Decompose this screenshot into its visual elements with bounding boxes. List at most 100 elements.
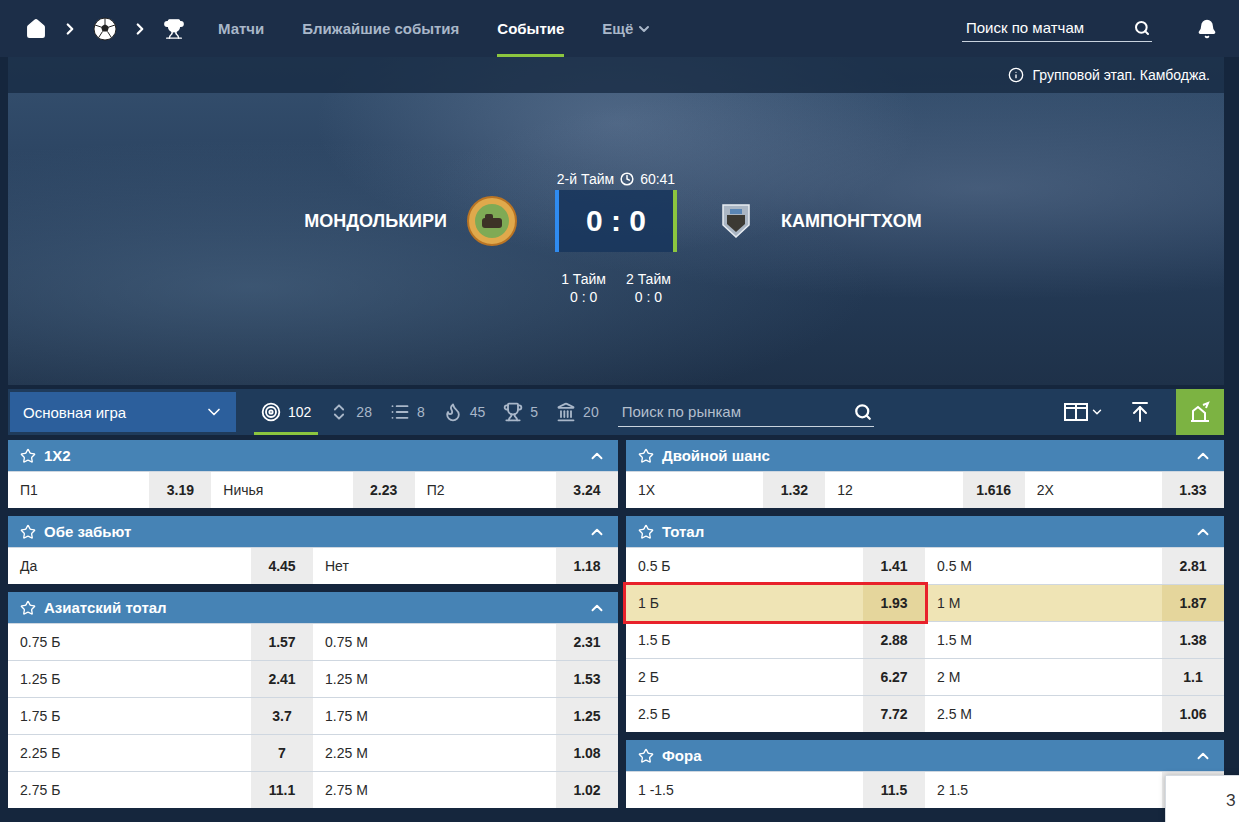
- odd[interactable]: 1.18: [556, 548, 618, 584]
- odd[interactable]: 1.93: [863, 585, 925, 621]
- specials-icon[interactable]: [503, 402, 523, 422]
- market-tab[interactable]: 5: [496, 389, 545, 435]
- chevron-icon[interactable]: [588, 447, 606, 465]
- odd[interactable]: 2.81: [1162, 548, 1224, 584]
- odd[interactable]: 6.27: [863, 659, 925, 695]
- statistics-icon[interactable]: [1189, 401, 1211, 423]
- layout-button[interactable]: [1064, 403, 1104, 421]
- outcome[interactable]: 2.75 Б11.1: [8, 772, 313, 808]
- odd[interactable]: 7.72: [863, 696, 925, 732]
- star-icon[interactable]: [20, 448, 36, 464]
- odd[interactable]: 4.45: [251, 548, 313, 584]
- chevron-down-icon[interactable]: [204, 402, 224, 422]
- outcome[interactable]: П23.24: [415, 472, 618, 508]
- outcome[interactable]: Ничья2.23: [211, 472, 414, 508]
- odd[interactable]: 7: [251, 735, 313, 771]
- odd[interactable]: 11.1: [251, 772, 313, 808]
- chevron-down-icon[interactable]: [636, 21, 652, 37]
- nav-link[interactable]: Ближайшие события: [302, 0, 459, 57]
- odd[interactable]: 1.08: [556, 735, 618, 771]
- chevron-down-icon[interactable]: [1090, 405, 1104, 419]
- outcome[interactable]: 1.5 Б2.88: [626, 622, 925, 658]
- market-tab[interactable]: 102: [254, 389, 318, 435]
- odd[interactable]: 3.24: [556, 472, 618, 508]
- chevron-icon[interactable]: [1194, 523, 1212, 541]
- game-dropdown[interactable]: Основная игра: [10, 392, 236, 432]
- notifications[interactable]: [1197, 19, 1217, 39]
- outcome[interactable]: 1.75 Б3.7: [8, 698, 313, 734]
- search-icon[interactable]: [854, 403, 872, 421]
- outcome[interactable]: 1 -1.511.5: [626, 772, 925, 808]
- outcome[interactable]: 1X1.32: [626, 472, 825, 508]
- odd[interactable]: 2.88: [863, 622, 925, 658]
- odd[interactable]: 1.1: [1162, 659, 1224, 695]
- odd[interactable]: 1.02: [556, 772, 618, 808]
- stats-icon[interactable]: [390, 402, 410, 422]
- outcome[interactable]: 1.5 М1.38: [925, 622, 1224, 658]
- outcome[interactable]: 2.25 Б7: [8, 735, 313, 771]
- outcome[interactable]: Да4.45: [8, 548, 313, 584]
- home-icon[interactable]: [25, 18, 47, 40]
- outcome[interactable]: 1 М1.87: [925, 585, 1224, 621]
- all-icon[interactable]: [261, 402, 281, 422]
- odd[interactable]: 1.32: [763, 472, 825, 508]
- outcome[interactable]: 0.5 М2.81: [925, 548, 1224, 584]
- market-header[interactable]: Тотал: [626, 516, 1224, 547]
- outcome[interactable]: 121.616: [825, 472, 1024, 508]
- market-tab[interactable]: 20: [549, 389, 606, 435]
- market-header[interactable]: Обе забьют: [8, 516, 618, 547]
- market-header[interactable]: Фора: [626, 740, 1224, 771]
- outcome[interactable]: 0.75 Б1.57: [8, 624, 313, 660]
- outcome[interactable]: 2.75 М1.02: [313, 772, 618, 808]
- outcome[interactable]: 2.5 М1.06: [925, 696, 1224, 732]
- outcome[interactable]: 1.25 Б2.41: [8, 661, 313, 697]
- outcome[interactable]: 2.5 Б7.72: [626, 696, 925, 732]
- odd[interactable]: 1.616: [963, 472, 1025, 508]
- nav-link[interactable]: Ещё: [602, 0, 652, 57]
- odd[interactable]: 2.41: [251, 661, 313, 697]
- market-tab[interactable]: 8: [383, 389, 432, 435]
- collapse-icon[interactable]: [1128, 400, 1152, 424]
- chevron-icon[interactable]: [588, 523, 606, 541]
- outcome[interactable]: 2 Б6.27: [626, 659, 925, 695]
- outcome[interactable]: 0.75 М2.31: [313, 624, 618, 660]
- periods-icon[interactable]: [556, 402, 576, 422]
- odd[interactable]: 3.7: [251, 698, 313, 734]
- odd[interactable]: 1.33: [1162, 472, 1224, 508]
- star-icon[interactable]: [638, 448, 654, 464]
- odd[interactable]: 11.5: [863, 772, 925, 808]
- star-icon[interactable]: [20, 524, 36, 540]
- market-tab[interactable]: 28: [322, 389, 379, 435]
- outcome[interactable]: 1 Б1.93: [626, 585, 925, 621]
- odd[interactable]: 2.23: [353, 472, 415, 508]
- odd[interactable]: 2.31: [556, 624, 618, 660]
- odd[interactable]: 1.53: [556, 661, 618, 697]
- odd[interactable]: 1.57: [251, 624, 313, 660]
- search-icon[interactable]: [1134, 20, 1150, 36]
- odd[interactable]: 3.19: [149, 472, 211, 508]
- star-icon[interactable]: [20, 600, 36, 616]
- odd[interactable]: 1.87: [1162, 585, 1224, 621]
- outcome[interactable]: 0.5 Б1.41: [626, 548, 925, 584]
- outcome[interactable]: 2 М1.1: [925, 659, 1224, 695]
- market-header[interactable]: Азиатский тотал: [8, 592, 618, 623]
- odd[interactable]: 1.41: [863, 548, 925, 584]
- statistics-button[interactable]: [1176, 389, 1224, 435]
- columns-icon[interactable]: [1064, 403, 1088, 421]
- market-header[interactable]: Двойной шанс: [626, 440, 1224, 471]
- outcome[interactable]: Нет1.18: [313, 548, 618, 584]
- trophy-icon[interactable]: [163, 18, 185, 40]
- star-icon[interactable]: [638, 748, 654, 764]
- odd[interactable]: 1.25: [556, 698, 618, 734]
- bell-icon[interactable]: [1197, 19, 1217, 39]
- chevron-icon[interactable]: [1194, 747, 1212, 765]
- odd[interactable]: 1.06: [1162, 696, 1224, 732]
- nav-link[interactable]: Событие: [497, 0, 564, 57]
- market-header[interactable]: 1X2: [8, 440, 618, 471]
- star-icon[interactable]: [638, 524, 654, 540]
- hot-icon[interactable]: [443, 402, 463, 422]
- outcome[interactable]: 2X1.33: [1025, 472, 1224, 508]
- outcome[interactable]: 2.25 М1.08: [313, 735, 618, 771]
- outcome[interactable]: 1.25 М1.53: [313, 661, 618, 697]
- outcome[interactable]: П13.19: [8, 472, 211, 508]
